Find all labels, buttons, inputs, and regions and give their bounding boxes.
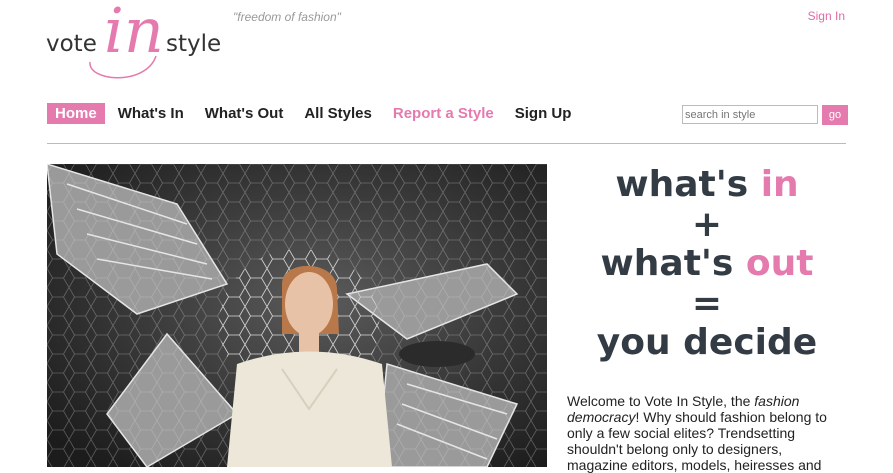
- slogan: what's in + what's out = you decide: [567, 165, 847, 363]
- nav-report-style[interactable]: Report a Style: [393, 103, 494, 124]
- search-go-button[interactable]: go: [822, 105, 848, 125]
- hero-image: [47, 164, 547, 467]
- logo-word-style: style: [166, 31, 222, 57]
- slogan-line-5: you decide: [596, 322, 818, 363]
- header-divider: [47, 143, 846, 144]
- site-logo[interactable]: vote in style: [46, 0, 221, 86]
- slogan-line-2: +: [691, 203, 723, 245]
- welcome-text: Welcome to Vote In Style, the fashion de…: [567, 393, 827, 473]
- hero-photo-illustration: [47, 164, 547, 467]
- logo-word-in: in: [104, 0, 164, 67]
- nav-home[interactable]: Home: [47, 103, 105, 124]
- main-nav: Home What's In What's Out All Styles Rep…: [47, 103, 592, 124]
- tagline: "freedom of fashion": [233, 10, 341, 24]
- nav-whats-out[interactable]: What's Out: [205, 103, 284, 124]
- slogan-line-3: what's out: [600, 243, 814, 284]
- nav-whats-in[interactable]: What's In: [118, 103, 184, 124]
- slogan-line-1: what's in: [615, 164, 799, 205]
- slogan-line-4: =: [691, 282, 723, 324]
- nav-sign-up[interactable]: Sign Up: [515, 103, 572, 124]
- nav-all-styles[interactable]: All Styles: [304, 103, 372, 124]
- search-input[interactable]: [682, 105, 818, 124]
- search-form: go: [682, 105, 848, 125]
- sign-in-link[interactable]: Sign In: [808, 9, 845, 23]
